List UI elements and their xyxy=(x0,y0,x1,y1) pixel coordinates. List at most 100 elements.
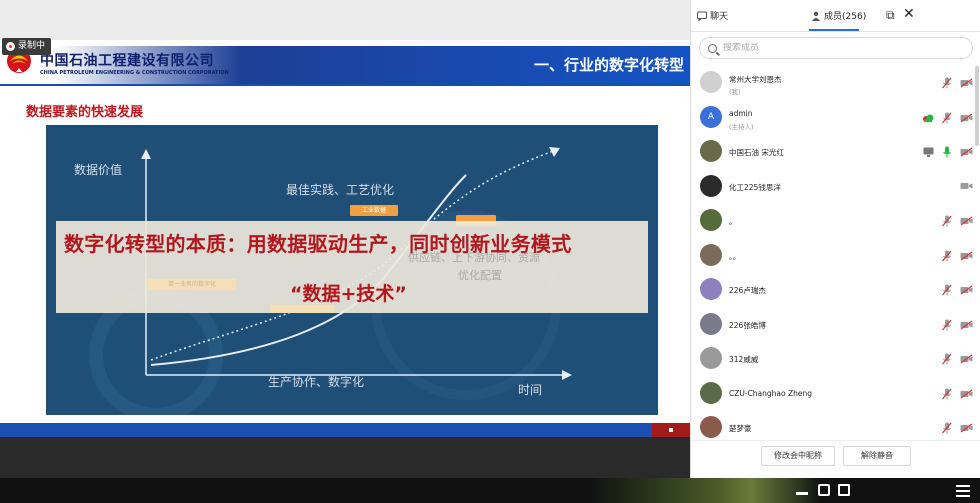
presentation-slide: 中国石油工程建设有限公司 CHINA PETROLEUM ENGINEERING… xyxy=(0,40,690,437)
section-title: 一、行业的数字化转型 xyxy=(533,56,684,74)
shared-screen-top-strip xyxy=(0,0,690,40)
search-input[interactable] xyxy=(723,43,953,53)
member-row[interactable]: 226张皓博 xyxy=(691,308,980,342)
member-row[interactable]: 312威威 xyxy=(691,342,980,376)
y-axis-label: 数据价值 xyxy=(74,163,123,177)
camera-off-icon[interactable] xyxy=(960,388,973,399)
camera-off-icon[interactable] xyxy=(960,423,973,433)
slide-footer-bar xyxy=(0,423,690,437)
tab-chat[interactable]: 聊天 xyxy=(697,9,728,22)
slide-subheading: 数据要素的快速发展 xyxy=(26,105,144,120)
microphone-muted-icon[interactable] xyxy=(942,319,952,331)
member-list[interactable]: 常州大学刘恩杰 (我) Aadmin (主持人) 中国石油 宋光红 化工225钱思洋。。。… xyxy=(691,66,980,438)
member-status-icons xyxy=(942,284,973,296)
member-name: 226张皓博 xyxy=(729,320,766,330)
window-icon[interactable] xyxy=(818,484,830,496)
record-icon xyxy=(6,42,15,51)
overlay-main-text: 数字化转型的本质：用数据驱动生产，同时创新业务模式 xyxy=(64,232,572,256)
menu-icon[interactable] xyxy=(956,485,970,497)
wallpaper-strip xyxy=(590,478,820,503)
panel-tabs: 聊天 成员(256) ⧉ ✕ xyxy=(691,0,980,32)
tag-industrial-data: 工业数据 xyxy=(350,205,398,216)
member-row[interactable]: 常州大学刘恩杰 (我) xyxy=(691,66,980,100)
camera-off-icon[interactable] xyxy=(960,216,973,226)
member-search[interactable] xyxy=(699,37,973,59)
camera-off-icon[interactable] xyxy=(960,285,973,295)
member-status-icons xyxy=(942,422,973,434)
member-name: 中国石油 宋光红 xyxy=(729,148,784,157)
microphone-muted-icon[interactable] xyxy=(942,353,952,365)
screen-share-icon[interactable] xyxy=(923,147,934,157)
camera-off-icon[interactable] xyxy=(960,78,973,88)
label-best-practice: 最佳实践、工艺优化 xyxy=(286,183,395,197)
x-axis-arrow xyxy=(562,370,572,380)
member-name: 。。 xyxy=(729,251,741,261)
member-name: 楚梦豪 xyxy=(729,424,752,433)
popout-icon[interactable]: ⧉ xyxy=(886,8,895,23)
avatar xyxy=(700,140,722,162)
recording-indicator[interactable]: 录制中 xyxy=(2,38,52,55)
camera-off-icon[interactable] xyxy=(960,319,973,330)
network-icon[interactable] xyxy=(922,113,934,123)
label-optimize: 优化配置 xyxy=(458,269,502,282)
member-status-icons xyxy=(942,319,973,331)
member-row[interactable]: CZU-Changhao Zheng xyxy=(691,377,980,411)
member-status-icons xyxy=(942,388,973,400)
member-status-icons xyxy=(942,353,973,365)
microphone-muted-icon[interactable] xyxy=(942,77,952,89)
tab-members[interactable]: 成员(256) xyxy=(811,9,866,22)
members-panel: 聊天 成员(256) ⧉ ✕ 常州大学刘恩杰 (我) Aadmin (主持人) 中国石油… xyxy=(690,0,980,478)
minimize-icon[interactable] xyxy=(796,486,808,495)
member-name: 。 xyxy=(729,217,737,226)
avatar xyxy=(700,71,722,93)
members-icon xyxy=(812,11,820,21)
rename-button[interactable]: 修改会中昵称 xyxy=(761,446,835,466)
camera-icon[interactable] xyxy=(960,181,973,191)
member-status-icons xyxy=(923,146,973,158)
slide-header: 中国石油工程建设有限公司 CHINA PETROLEUM ENGINEERING… xyxy=(0,42,690,84)
member-name: 化工225钱思洋 xyxy=(729,182,781,192)
header-divider xyxy=(0,84,690,86)
unmute-button[interactable]: 解除静音 xyxy=(843,446,911,466)
camera-off-icon[interactable] xyxy=(960,354,973,364)
member-name: 常州大学刘恩杰 xyxy=(729,75,782,84)
member-status-icons xyxy=(942,77,973,89)
camera-off-icon[interactable] xyxy=(960,147,973,157)
member-row[interactable]: 中国石油 宋光红 xyxy=(691,135,980,169)
panel-actions: 修改会中昵称 解除静音 xyxy=(691,440,980,478)
microphone-muted-icon[interactable] xyxy=(942,250,952,262)
microphone-muted-icon[interactable] xyxy=(942,422,952,434)
member-row[interactable]: 。。 xyxy=(691,239,980,273)
microphone-icon[interactable] xyxy=(942,146,952,158)
avatar xyxy=(700,278,722,300)
member-role-tag: (我) xyxy=(729,88,741,96)
x-axis-label: 时间 xyxy=(518,383,543,397)
avatar xyxy=(700,347,722,369)
microphone-muted-icon[interactable] xyxy=(942,284,952,296)
member-status-icons xyxy=(942,215,973,227)
avatar xyxy=(700,243,722,266)
company-name-en: CHINA PETROLEUM ENGINEERING & CONSTRUCTI… xyxy=(40,70,229,76)
member-row[interactable]: 化工225钱思洋 xyxy=(691,170,980,204)
fullscreen-icon[interactable] xyxy=(838,484,850,496)
recording-label: 录制中 xyxy=(18,41,46,51)
growth-diagram: 数据价值 时间 最佳实践、工艺优化 工业数据 生产协作、数字化 供应链、上下游协… xyxy=(46,125,658,415)
tab-chat-label: 聊天 xyxy=(710,12,729,22)
camera-off-icon[interactable] xyxy=(960,250,973,261)
slide-footer-box xyxy=(652,423,690,437)
overlay-sub-text: “数据+技术” xyxy=(290,283,407,305)
member-status-icons xyxy=(960,181,973,191)
member-row[interactable]: 。 xyxy=(691,204,980,238)
member-row[interactable]: 226卢瑞杰 xyxy=(691,273,980,307)
microphone-muted-icon[interactable] xyxy=(942,215,952,227)
label-production: 生产协作、数字化 xyxy=(268,375,365,389)
close-icon[interactable]: ✕ xyxy=(903,6,915,22)
microphone-muted-icon[interactable] xyxy=(942,388,952,400)
search-icon xyxy=(708,43,717,53)
member-row[interactable]: Aadmin (主持人) xyxy=(691,101,980,135)
avatar xyxy=(700,381,722,404)
shared-screen: 录制中 中国石油工程建设有限公司 CHINA PETROLEUM ENGINEE… xyxy=(0,0,690,478)
camera-off-icon[interactable] xyxy=(960,112,973,123)
microphone-muted-icon[interactable] xyxy=(942,112,952,124)
company-name-cn: 中国石油工程建设有限公司 xyxy=(40,53,214,69)
